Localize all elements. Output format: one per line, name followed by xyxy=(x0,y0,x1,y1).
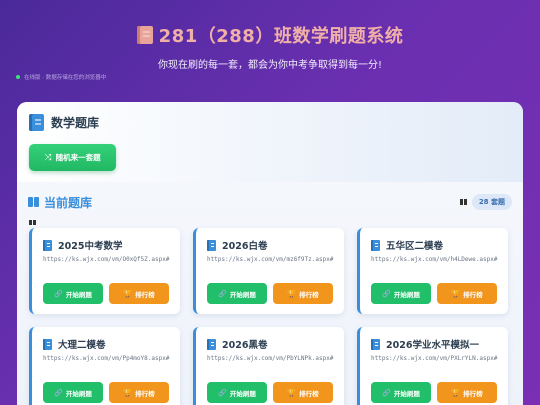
start-practice-label: 开始刷题 xyxy=(229,389,256,398)
random-set-button[interactable]: ⤨ 随机来一套题 xyxy=(29,144,116,171)
leaderboard-button[interactable]: 🏆 排行榜 xyxy=(437,283,497,304)
card-buttons: 🔗 开始刷题 🏆 排行榜 xyxy=(371,283,497,304)
book-icon xyxy=(43,239,52,251)
card-url[interactable]: https://ks.wjx.com/vm/Pp4moY8.aspx# xyxy=(43,355,173,363)
card-title-row: 2025中考数学 xyxy=(43,238,122,252)
book-icon xyxy=(371,239,380,251)
question-set-card: 2026黑卷 https://ks.wjx.com/vm/PbYLNPk.asp… xyxy=(193,327,344,405)
card-buttons: 🔗 开始刷题 🏆 排行榜 xyxy=(207,283,333,304)
book-icon xyxy=(43,338,52,350)
title-row: 281（288）班数学刷题系统 xyxy=(0,22,540,48)
books-small-icon xyxy=(459,199,467,205)
start-practice-label: 开始刷题 xyxy=(393,290,420,299)
start-practice-button[interactable]: 🔗 开始刷题 xyxy=(371,382,431,403)
card-buttons: 🔗 开始刷题 🏆 排行榜 xyxy=(371,382,497,403)
card-url[interactable]: https://ks.wjx.com/vm/PbYLNPk.aspx# xyxy=(207,355,337,363)
question-set-card: 五华区二模卷 https://ks.wjx.com/vm/h4LDewe.asp… xyxy=(357,228,508,314)
link-icon: 🔗 xyxy=(218,289,227,298)
card-title: 2026学业水平模拟一 xyxy=(386,340,479,351)
question-set-card: 大理二模卷 https://ks.wjx.com/vm/Pp4moY8.aspx… xyxy=(29,327,180,405)
leaderboard-label: 排行榜 xyxy=(463,290,483,299)
start-practice-label: 开始刷题 xyxy=(393,389,420,398)
random-set-label: 随机来一套题 xyxy=(55,153,101,162)
card-buttons: 🔗 开始刷题 🏆 排行榜 xyxy=(43,283,169,304)
start-practice-button[interactable]: 🔗 开始刷题 xyxy=(371,283,431,304)
card-url[interactable]: https://ks.wjx.com/vm/O0xQf5Z.aspx# xyxy=(43,256,173,264)
link-icon: 🔗 xyxy=(54,388,63,397)
card-title-row: 2026黑卷 xyxy=(207,337,267,351)
link-icon: 🔗 xyxy=(382,289,391,298)
card-title: 2026黑卷 xyxy=(222,340,268,351)
set-count-badge: 28 套题 xyxy=(471,194,512,210)
start-practice-label: 开始刷题 xyxy=(65,290,92,299)
trophy-icon: 🏆 xyxy=(123,289,133,298)
question-set-card: 2026白卷 https://ks.wjx.com/vm/mz6f9Tz.asp… xyxy=(193,228,344,314)
leaderboard-button[interactable]: 🏆 排行榜 xyxy=(273,283,333,304)
card-title-row: 大理二模卷 xyxy=(43,337,106,351)
question-bank-panel: 数学题库 ⤨ 随机来一套题 当前题库 28 套题 2025中考数学 https:… xyxy=(17,102,523,405)
shuffle-icon: ⤨ xyxy=(44,152,52,163)
card-title: 2025中考数学 xyxy=(58,241,123,252)
current-bank-row: 当前题库 28 套题 xyxy=(28,193,512,211)
card-title-row: 五华区二模卷 xyxy=(371,238,443,252)
panel-title: 数学题库 xyxy=(51,116,100,130)
trophy-icon: 🏆 xyxy=(451,289,461,298)
leaderboard-label: 排行榜 xyxy=(463,389,483,398)
link-icon: 🔗 xyxy=(218,388,227,397)
book-icon xyxy=(136,26,153,44)
question-set-card: 2026学业水平模拟一 https://ks.wjx.com/vm/PXLrYL… xyxy=(357,327,508,405)
leaderboard-label: 排行榜 xyxy=(299,389,319,398)
start-practice-button[interactable]: 🔗 开始刷题 xyxy=(43,283,103,304)
card-title: 五华区二模卷 xyxy=(386,241,444,252)
link-icon: 🔗 xyxy=(382,388,391,397)
card-buttons: 🔗 开始刷题 🏆 排行榜 xyxy=(207,382,333,403)
card-title: 大理二模卷 xyxy=(58,340,106,351)
leaderboard-label: 排行榜 xyxy=(135,389,155,398)
card-url[interactable]: https://ks.wjx.com/vm/PXLrYLN.aspx# xyxy=(371,355,501,363)
current-bank-title: 当前题库 xyxy=(44,195,93,210)
card-url[interactable]: https://ks.wjx.com/vm/h4LDewe.aspx# xyxy=(371,256,501,264)
leaderboard-button[interactable]: 🏆 排行榜 xyxy=(109,283,169,304)
status-indicator: 在线版 · 数据存储在您的浏览器中 xyxy=(16,73,106,81)
start-practice-button[interactable]: 🔗 开始刷题 xyxy=(207,283,267,304)
status-text: 在线版 · 数据存储在您的浏览器中 xyxy=(24,75,107,81)
panel-title-row: 数学题库 xyxy=(29,114,511,131)
trophy-icon: 🏆 xyxy=(287,289,297,298)
book-icon xyxy=(207,338,216,350)
page-title: 281（288）班数学刷题系统 xyxy=(158,26,404,47)
trophy-icon: 🏆 xyxy=(451,388,461,397)
count-wrap: 28 套题 xyxy=(459,194,512,210)
book-icon xyxy=(207,239,216,251)
trophy-icon: 🏆 xyxy=(123,388,133,397)
panel-header: 数学题库 ⤨ 随机来一套题 xyxy=(17,102,523,182)
link-icon: 🔗 xyxy=(54,289,63,298)
leaderboard-button[interactable]: 🏆 排行榜 xyxy=(109,382,169,403)
books-icon xyxy=(28,197,39,207)
question-set-card: 2025中考数学 https://ks.wjx.com/vm/O0xQf5Z.a… xyxy=(29,228,180,314)
page-header: 281（288）班数学刷题系统 你现在刷的每一套，都会为你中考争取得到每一分! xyxy=(0,22,540,71)
card-title-row: 2026白卷 xyxy=(207,238,267,252)
start-practice-button[interactable]: 🔗 开始刷题 xyxy=(207,382,267,403)
trophy-icon: 🏆 xyxy=(287,388,297,397)
books-tiny-icon xyxy=(29,220,36,225)
leaderboard-label: 排行榜 xyxy=(299,290,319,299)
leaderboard-button[interactable]: 🏆 排行榜 xyxy=(437,382,497,403)
book-icon xyxy=(29,114,44,131)
leaderboard-label: 排行榜 xyxy=(135,290,155,299)
card-title-row: 2026学业水平模拟一 xyxy=(371,337,479,351)
start-practice-label: 开始刷题 xyxy=(65,389,92,398)
start-practice-button[interactable]: 🔗 开始刷题 xyxy=(43,382,103,403)
card-buttons: 🔗 开始刷题 🏆 排行榜 xyxy=(43,382,169,403)
start-practice-label: 开始刷题 xyxy=(229,290,256,299)
online-dot-icon xyxy=(16,75,20,79)
leaderboard-button[interactable]: 🏆 排行榜 xyxy=(273,382,333,403)
book-icon xyxy=(371,338,380,350)
card-title: 2026白卷 xyxy=(222,241,268,252)
current-bank-heading: 当前题库 xyxy=(28,194,92,211)
page-subtitle: 你现在刷的每一套，都会为你中考争取得到每一分! xyxy=(157,60,382,71)
card-url[interactable]: https://ks.wjx.com/vm/mz6f9Tz.aspx# xyxy=(207,256,337,264)
